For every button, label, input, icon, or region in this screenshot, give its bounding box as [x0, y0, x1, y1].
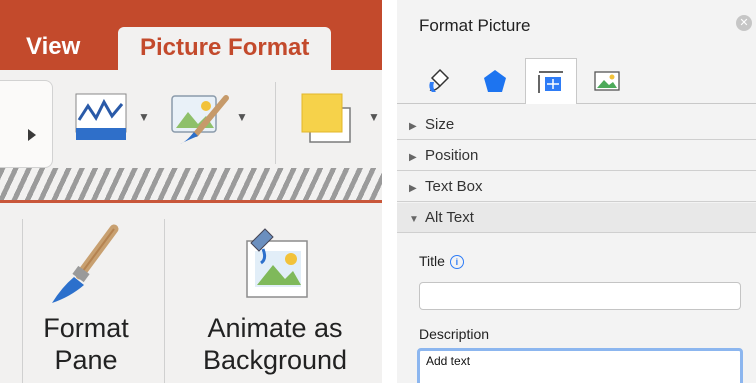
chevron-down-icon: ▼ — [409, 214, 419, 225]
animate-label-line1: Animate as — [207, 313, 343, 343]
paintbrush-icon — [52, 224, 119, 303]
color-dropdown-icon[interactable]: ▼ — [368, 110, 380, 124]
large-buttons-row: Format Pane Animate as Background — [0, 203, 382, 383]
description-input[interactable]: Add text — [417, 348, 743, 383]
artistic-effects-icon — [171, 95, 229, 144]
corrections-dropdown-icon[interactable]: ▼ — [138, 110, 150, 124]
ribbon-tab-bar: View Picture Format — [0, 0, 382, 76]
description-label: Description — [419, 326, 490, 342]
tab-view[interactable]: View — [26, 33, 80, 61]
tab-effects[interactable] — [469, 58, 521, 103]
format-pane-label-line2: Pane — [54, 345, 118, 375]
title-label: Title — [419, 253, 445, 269]
close-icon[interactable]: ✕ — [736, 15, 752, 31]
section-alt-text[interactable]: ▼ Alt Text — [397, 203, 756, 233]
section-text-box-label: Text Box — [425, 178, 483, 195]
picture-corrections-button[interactable] — [74, 90, 132, 147]
effects-icon — [484, 69, 506, 92]
picture-icon — [594, 70, 620, 91]
tab-picture-format[interactable]: Picture Format — [118, 27, 332, 76]
picture-color-button[interactable] — [300, 90, 360, 151]
toolbar-divider — [275, 82, 276, 164]
animate-background-icon — [246, 228, 308, 298]
chevron-right-icon: ▶ — [409, 152, 417, 163]
window-gap — [382, 0, 397, 383]
chevron-right-icon: ▶ — [409, 121, 417, 132]
fill-line-icon — [429, 68, 450, 92]
section-size-label: Size — [425, 116, 455, 133]
tab-picture[interactable] — [581, 58, 633, 103]
section-size[interactable]: ▶ Size — [397, 110, 756, 140]
section-text-box[interactable]: ▶ Text Box — [397, 172, 756, 202]
animate-label-line2: Background — [202, 345, 348, 375]
collapse-arrow-icon — [28, 129, 36, 141]
picture-color-icon — [301, 93, 351, 143]
tab-fill-line[interactable] — [413, 58, 465, 103]
pane-title: Format Picture — [419, 16, 531, 35]
picture-corrections-icon — [75, 93, 127, 140]
section-alt-text-label: Alt Text — [425, 209, 474, 226]
section-position[interactable]: ▶ Position — [397, 141, 756, 171]
chevron-right-icon: ▶ — [409, 183, 417, 194]
tab-size-properties[interactable] — [525, 58, 577, 104]
group-divider — [164, 219, 165, 383]
size-properties-icon — [538, 70, 563, 93]
pane-icon-tabs — [397, 58, 756, 104]
format-picture-pane: Format Picture ✕ ▶ Size ▶ Position ▶ Tex… — [397, 0, 756, 383]
artistic-effects-button[interactable] — [168, 90, 234, 151]
hatched-separator — [0, 168, 382, 200]
animate-as-background-button[interactable]: Animate as Background — [175, 223, 375, 376]
info-icon[interactable]: i — [449, 255, 464, 269]
section-position-label: Position — [425, 147, 479, 164]
title-input[interactable] — [419, 282, 741, 310]
artistic-dropdown-icon[interactable]: ▼ — [236, 110, 248, 124]
collapsed-group[interactable] — [0, 80, 53, 168]
format-pane-button[interactable]: Format Pane — [16, 223, 156, 376]
format-pane-label-line1: Format — [43, 313, 129, 343]
ribbon: View Picture Format ▼ ▼ ▼ Format Pane An… — [0, 0, 382, 383]
title-label-row: Title i — [419, 253, 464, 269]
